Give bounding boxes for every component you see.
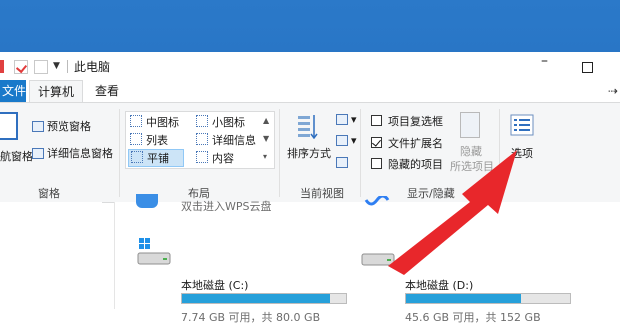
red-arrow-annotation bbox=[388, 150, 517, 275]
drive-d-free-space: 45.6 GB 可用，共 152 GB bbox=[405, 311, 541, 324]
drive-c-free-space: 7.74 GB 可用，共 80.0 GB bbox=[181, 311, 321, 324]
